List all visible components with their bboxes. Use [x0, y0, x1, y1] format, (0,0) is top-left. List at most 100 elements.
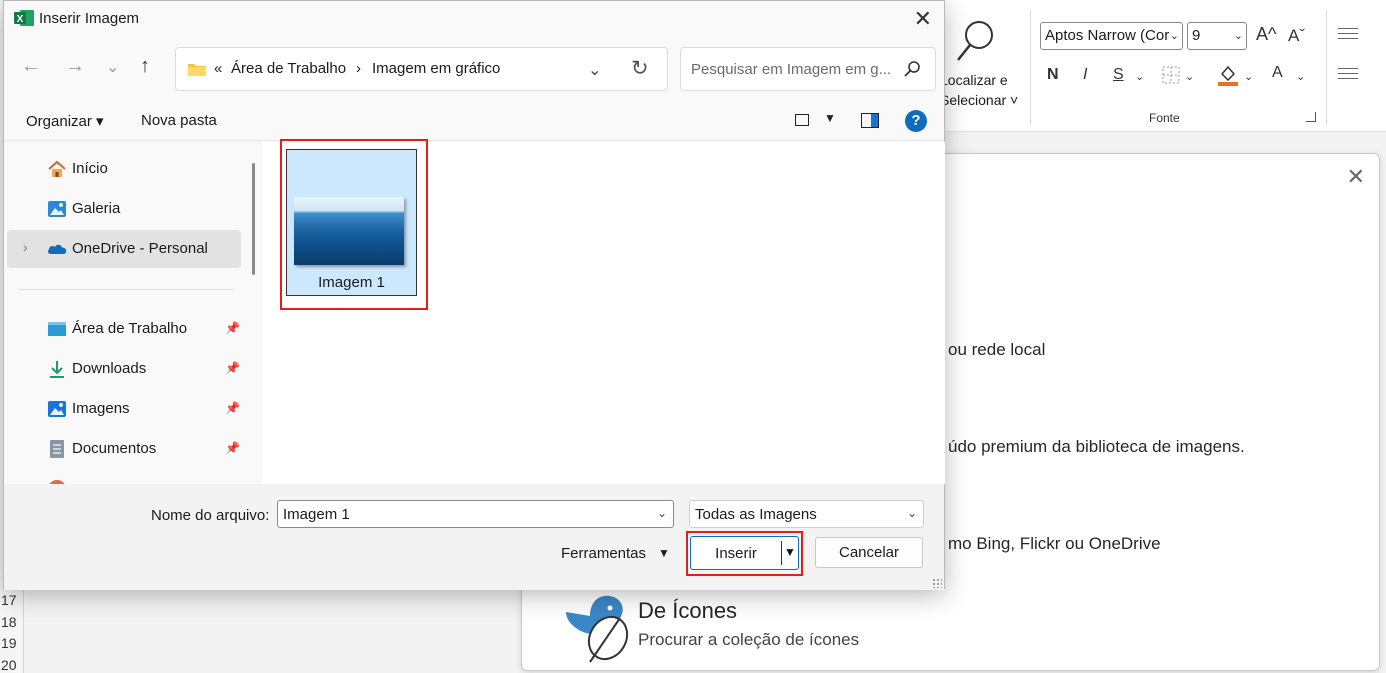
- chevron-down-icon[interactable]: ⌄: [1135, 70, 1144, 83]
- nav-item-documents[interactable]: Documentos 📌: [7, 430, 241, 468]
- font-name-combo[interactable]: Aptos Narrow (Cor ⌄: [1040, 22, 1183, 50]
- chevron-down-icon: ⌄: [1169, 30, 1179, 42]
- address-bar[interactable]: « Área de Trabalho › Imagem em gráfico ⌄…: [175, 47, 668, 91]
- scrollbar-thumb[interactable]: [252, 163, 255, 275]
- nav-item-onedrive[interactable]: › OneDrive - Personal: [7, 230, 241, 268]
- desktop-icon: [48, 322, 66, 336]
- excel-icon: X: [14, 10, 34, 26]
- chevron-down-icon: ⌄: [1233, 30, 1243, 42]
- breadcrumb-separator: ›: [356, 60, 361, 77]
- font-size-combo[interactable]: 9 ⌄: [1187, 22, 1247, 50]
- chevron-down-icon[interactable]: ▼: [658, 546, 670, 560]
- nav-separator: [19, 289, 233, 290]
- row-header[interactable]: 20: [0, 655, 23, 673]
- tools-button[interactable]: Ferramentas: [561, 545, 646, 562]
- nav-item-label: Início: [72, 160, 108, 177]
- nav-item-label: Downloads: [72, 360, 147, 377]
- row-header[interactable]: 18: [0, 612, 23, 634]
- ribbon-separator: [1326, 10, 1327, 125]
- pin-icon[interactable]: 📌: [225, 321, 240, 335]
- ribbon-separator: [1030, 10, 1031, 125]
- italic-button[interactable]: I: [1083, 66, 1087, 84]
- back-arrow-icon[interactable]: ←: [21, 55, 41, 78]
- filename-input[interactable]: Imagem 1 ⌄: [277, 500, 674, 528]
- download-icon: [50, 361, 64, 378]
- excel-ribbon: Localizar e Selecionar ˅ Aptos Narrow (C…: [940, 0, 1386, 132]
- chevron-down-icon[interactable]: ⌄: [907, 506, 917, 520]
- close-icon[interactable]: ✕: [914, 6, 932, 32]
- breadcrumb-current-folder[interactable]: Imagem em gráfico: [372, 60, 500, 77]
- search-box[interactable]: Pesquisar em Imagem em g...: [680, 47, 936, 91]
- grow-font-button[interactable]: A^: [1256, 24, 1276, 45]
- file-type-select[interactable]: Todas as Imagens ⌄: [689, 500, 924, 528]
- bold-button[interactable]: N: [1047, 66, 1059, 84]
- pane-option-text[interactable]: ou rede local: [948, 340, 1045, 360]
- red-highlight-box: [280, 139, 428, 310]
- gallery-icon: [48, 201, 66, 217]
- icons-collection-icon[interactable]: [564, 588, 634, 664]
- pane-option-text[interactable]: údo premium da biblioteca de imagens.: [948, 437, 1245, 457]
- chevron-down-icon[interactable]: ▼: [824, 111, 836, 125]
- help-icon[interactable]: ?: [905, 110, 927, 132]
- file-type-value: Todas as Imagens: [695, 506, 817, 523]
- breadcrumb-overflow[interactable]: «: [214, 60, 222, 77]
- shrink-font-button[interactable]: Aˇ: [1288, 26, 1305, 46]
- nav-item-gallery[interactable]: Galeria: [7, 190, 241, 228]
- row-header[interactable]: 17: [0, 590, 23, 612]
- nav-item-downloads[interactable]: Downloads 📌: [7, 350, 241, 388]
- search-input[interactable]: Pesquisar em Imagem em g...: [691, 61, 891, 78]
- find-label-line2: Selecionar ˅: [940, 92, 1019, 108]
- find-label-line1: Localizar e: [940, 72, 1008, 88]
- forward-arrow-icon[interactable]: →: [65, 55, 85, 78]
- nav-item-label: Galeria: [72, 200, 121, 217]
- view-icon[interactable]: [795, 114, 809, 126]
- nav-item-label: Documentos: [72, 440, 157, 457]
- pin-icon[interactable]: 📌: [225, 441, 240, 455]
- dialog-title: Inserir Imagem: [39, 10, 140, 27]
- row-header[interactable]: 19: [0, 633, 23, 655]
- dialog-footer: Nome do arquivo: Imagem 1 ⌄ Todas as Ima…: [4, 484, 944, 590]
- font-color-button[interactable]: A: [1272, 64, 1283, 82]
- nav-item-home[interactable]: Início: [7, 150, 241, 188]
- align-top-icon[interactable]: [1338, 28, 1358, 43]
- chevron-down-icon[interactable]: ⌄: [657, 506, 667, 520]
- folder-icon: [188, 64, 206, 76]
- chevron-down-icon[interactable]: ⌄: [588, 60, 601, 80]
- pictures-icon: [48, 401, 66, 417]
- filename-label: Nome do arquivo:: [151, 507, 270, 524]
- navigation-pane: Início Galeria › OneDrive - Personal Áre…: [4, 142, 262, 484]
- breadcrumb-desktop[interactable]: Área de Trabalho: [231, 60, 346, 77]
- pin-icon[interactable]: 📌: [225, 361, 240, 375]
- chevron-down-icon[interactable]: ⌄: [1296, 70, 1305, 83]
- find-select-button[interactable]: Localizar e Selecionar ˅: [940, 12, 1030, 122]
- chevron-down-icon[interactable]: ⌄: [1244, 70, 1253, 83]
- chevron-down-icon[interactable]: ⌄: [1185, 70, 1194, 83]
- font-size-value: 9: [1192, 27, 1201, 44]
- cancel-button[interactable]: Cancelar: [815, 537, 923, 568]
- chevron-right-icon[interactable]: ›: [23, 239, 28, 255]
- row-headers: 17 18 19 20: [0, 590, 24, 673]
- close-icon[interactable]: ✕: [1347, 164, 1365, 190]
- pin-icon[interactable]: 📌: [225, 401, 240, 415]
- fill-color-icon[interactable]: [1218, 64, 1238, 86]
- align-left-icon[interactable]: [1338, 68, 1358, 83]
- recent-chevron-down-icon[interactable]: ⌄: [106, 57, 119, 77]
- up-arrow-icon[interactable]: ↑: [140, 55, 150, 78]
- preview-pane-icon[interactable]: [861, 113, 879, 128]
- nav-scrollbar[interactable]: [247, 144, 263, 484]
- icons-option-title[interactable]: De Ícones: [638, 598, 737, 624]
- nav-item-pictures[interactable]: Imagens 📌: [7, 390, 241, 428]
- underline-button[interactable]: S: [1113, 66, 1124, 84]
- navigation-bar: ← → ⌄ ↑ « Área de Trabalho › Imagem em g…: [4, 37, 944, 99]
- new-folder-button[interactable]: Nova pasta: [141, 112, 217, 129]
- dialog-launcher-icon[interactable]: [1306, 112, 1316, 122]
- search-icon[interactable]: [903, 60, 921, 78]
- resize-grip[interactable]: [932, 578, 942, 588]
- nav-item-desktop[interactable]: Área de Trabalho 📌: [7, 310, 241, 348]
- refresh-icon[interactable]: ↻: [631, 56, 649, 81]
- filename-value: Imagem 1: [283, 506, 350, 523]
- pane-option-text[interactable]: mo Bing, Flickr ou OneDrive: [948, 534, 1161, 554]
- title-bar[interactable]: X Inserir Imagem ✕: [4, 1, 944, 37]
- organize-button[interactable]: Organizar ▾: [26, 112, 104, 130]
- borders-icon[interactable]: [1162, 66, 1180, 84]
